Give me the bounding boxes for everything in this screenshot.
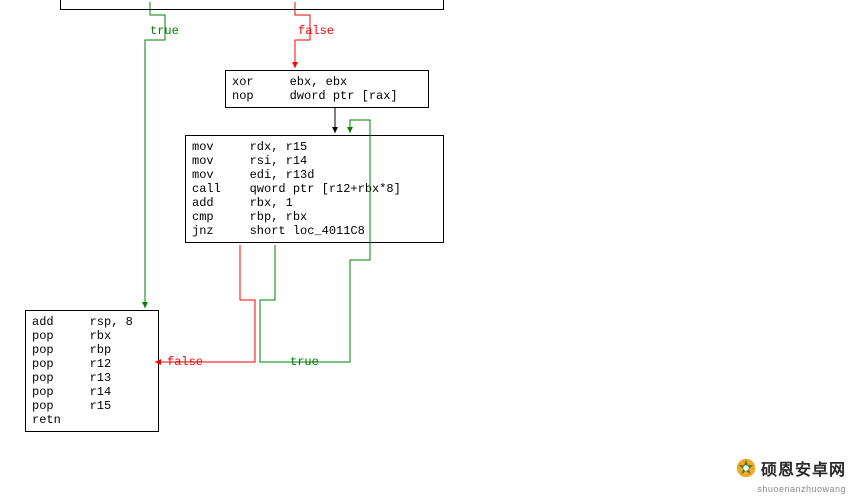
cfg-block-epilogue[interactable]: add rsp, 8 pop rbx pop rbp pop r12 pop r… (25, 310, 159, 432)
edge-loop-false (155, 245, 255, 362)
cfg-block-xor[interactable]: xor ebx, ebx nop dword ptr [rax] (225, 70, 429, 108)
edge-label-loop-false: false (167, 355, 203, 369)
edge-label-top-true: true (150, 24, 179, 38)
watermark-title: 硕恩安卓网 (761, 462, 846, 479)
edge-label-top-false: false (298, 24, 334, 38)
cfg-block-predecessor[interactable] (60, 0, 444, 10)
site-watermark: 硕恩安卓网 shuoenanzhuowang (735, 456, 846, 494)
edge-top-true (145, 2, 165, 308)
watermark-logo-icon (735, 457, 757, 484)
watermark-subtitle: shuoenanzhuowang (735, 484, 846, 494)
cfg-block-loopbody[interactable]: mov rdx, r15 mov rsi, r14 mov edi, r13d … (185, 135, 444, 243)
edge-label-loop-true: true (290, 355, 319, 369)
